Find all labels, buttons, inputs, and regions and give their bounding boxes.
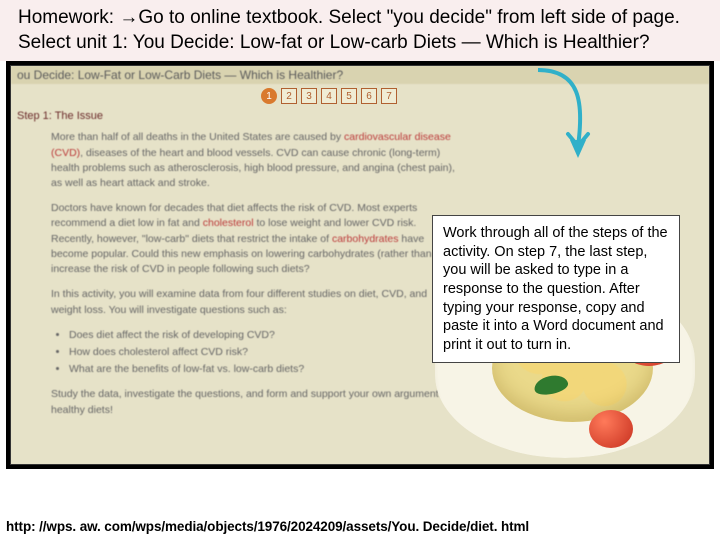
homework-banner: Homework: →Go to online textbook. Select…: [0, 0, 720, 61]
link-cholesterol[interactable]: cholesterol: [203, 217, 254, 229]
step-tab-4[interactable]: 4: [321, 88, 337, 104]
list-item: How does cholesterol affect CVD risk?: [69, 345, 459, 360]
homework-text: Go to online textbook. Select "you decid…: [18, 7, 680, 53]
step-label: Step 1: The Issue: [11, 108, 709, 126]
list-item: Does diet affect the risk of developing …: [69, 328, 459, 343]
question-list: Does diet affect the risk of developing …: [69, 328, 459, 378]
list-item: What are the benefits of low-fat vs. low…: [69, 362, 459, 377]
link-carbohydrates[interactable]: carbohydrates: [332, 233, 399, 245]
arrow-glyph: →: [119, 7, 138, 28]
step-tab-1[interactable]: 1: [261, 88, 277, 104]
content-para-1: More than half of all deaths in the Unit…: [51, 130, 459, 191]
step-tabs: 1 2 3 4 5 6 7: [11, 84, 709, 108]
homework-label: Homework:: [18, 7, 114, 28]
content-para-2: Doctors have known for decades that diet…: [51, 201, 459, 277]
textbook-screenshot-frame: ou Decide: Low-Fat or Low-Carb Diets — W…: [6, 61, 714, 469]
content-para-3: In this activity, you will examine data …: [51, 287, 459, 317]
step-tab-7[interactable]: 7: [381, 88, 397, 104]
callout-text: Work through all of the steps of the act…: [443, 225, 668, 352]
step-tab-3[interactable]: 3: [301, 88, 317, 104]
pointer-arrow-icon: [528, 64, 598, 174]
step-tab-5[interactable]: 5: [341, 88, 357, 104]
step-tab-6[interactable]: 6: [361, 88, 377, 104]
step-tab-2[interactable]: 2: [281, 88, 297, 104]
page-title: ou Decide: Low-Fat or Low-Carb Diets — W…: [11, 66, 709, 84]
instruction-callout: Work through all of the steps of the act…: [432, 215, 680, 363]
footer-url: http: //wps. aw. com/wps/media/objects/1…: [6, 519, 529, 534]
content-para-4: Study the data, investigate the question…: [51, 387, 459, 417]
